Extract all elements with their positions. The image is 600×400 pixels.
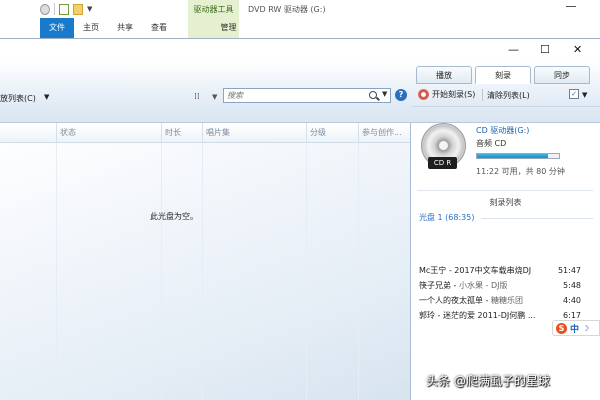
column-headers: 状态 时长 唱片集 分级 参与创作... bbox=[0, 123, 410, 143]
burn-disc-icon bbox=[418, 89, 429, 100]
column-divider bbox=[202, 143, 203, 400]
chevron-down-icon[interactable]: ▼ bbox=[87, 5, 92, 13]
disc-label[interactable]: 光盘 1 (68:35) bbox=[419, 212, 474, 223]
create-playlist-menu[interactable]: 放列表(C) bbox=[0, 93, 36, 104]
pane-tabs: 播放 刻录 同步 bbox=[416, 66, 590, 84]
column-header-contributor[interactable]: 参与创作... bbox=[358, 123, 410, 143]
ribbon-tabs: 文件 主页 共享 查看 管理 bbox=[40, 18, 254, 38]
tab-play[interactable]: 播放 bbox=[416, 66, 472, 84]
minimize-button[interactable]: — bbox=[508, 43, 519, 57]
clear-list-button[interactable]: 清除列表(L) bbox=[487, 90, 530, 101]
view-options-icon[interactable]: ⁞⁞ bbox=[194, 92, 200, 102]
context-group-label: 驱动器工具 bbox=[193, 5, 234, 14]
chevron-down-icon[interactable]: ▼ bbox=[382, 90, 387, 98]
search-icon[interactable] bbox=[369, 91, 377, 99]
drive-name[interactable]: CD 驱动器(G:) bbox=[476, 125, 529, 136]
search-input[interactable] bbox=[227, 89, 367, 102]
column-divider bbox=[56, 143, 57, 400]
chevron-down-icon[interactable]: ▼ bbox=[44, 93, 49, 101]
tab-burn[interactable]: 刻录 bbox=[475, 66, 531, 84]
ime-toolbar[interactable]: S 中 ☽ bbox=[552, 320, 600, 336]
moon-icon[interactable]: ☽ bbox=[582, 324, 589, 333]
tab-file[interactable]: 文件 bbox=[40, 18, 74, 38]
column-header-rating[interactable]: 分级 bbox=[306, 123, 358, 143]
start-burn-button[interactable]: 开始刻录(S) bbox=[418, 89, 475, 100]
burn-list-item[interactable]: Mc王宁 - 2017中文车载串烧DJ bbox=[419, 264, 579, 278]
folder-icon[interactable] bbox=[73, 3, 83, 15]
media-player-titlebar: — ☐ ✕ bbox=[0, 39, 600, 61]
tab-sync[interactable]: 同步 bbox=[534, 66, 590, 84]
disc-usage-bar bbox=[476, 153, 560, 159]
burn-list-item[interactable]: 筷子兄弟 - 小水果 - DJ版 bbox=[419, 279, 579, 293]
burn-list-title: 刻录列表 bbox=[489, 198, 522, 207]
tab-share[interactable]: 共享 bbox=[108, 18, 142, 38]
disc-usage-fill bbox=[477, 154, 548, 158]
empty-disc-message: 此光盘为空。 bbox=[150, 212, 198, 221]
tab-manage[interactable]: 管理 bbox=[203, 18, 254, 38]
track-title: Mc王宁 - 2017中文车载串烧DJ bbox=[419, 266, 532, 275]
column-divider bbox=[306, 143, 307, 400]
cd-r-badge: CD R bbox=[428, 157, 457, 169]
disc-type: 音频 CD bbox=[476, 139, 507, 148]
sogou-logo-icon: S bbox=[556, 322, 567, 334]
divider bbox=[417, 190, 593, 191]
media-player-toolbar: 播放 刻录 同步 放列表(C) ▼ ⁞⁞ ▼ ▼ ? 开始刻录(S) 清除列表(… bbox=[0, 61, 600, 123]
track-artist: 糖糖乐团 bbox=[490, 296, 523, 305]
track-duration: 4:40 bbox=[563, 296, 581, 305]
divider bbox=[412, 106, 600, 107]
chevron-down-icon[interactable]: ▼ bbox=[582, 91, 587, 99]
column-header-duration[interactable]: 时长 bbox=[161, 123, 202, 143]
track-duration: 5:48 bbox=[563, 281, 581, 290]
track-duration: 51:47 bbox=[557, 266, 581, 275]
column-divider bbox=[161, 143, 162, 400]
library-pane: 状态 时长 唱片集 分级 参与创作... 此光盘为空。 bbox=[0, 123, 411, 400]
track-title: 筷子兄弟 - bbox=[419, 281, 459, 290]
ime-mode-indicator[interactable]: 中 bbox=[570, 322, 579, 335]
divider bbox=[481, 218, 593, 219]
tab-home[interactable]: 主页 bbox=[74, 18, 108, 38]
burn-list-item[interactable]: 一个人的夜太孤单 - 糖糖乐团 bbox=[419, 294, 579, 308]
search-box: ▼ bbox=[223, 88, 391, 103]
checkmark-icon[interactable] bbox=[59, 3, 69, 15]
track-title: 郭玲 - 迷茫的爱 2011-DJ何鹏 ... bbox=[419, 311, 536, 320]
track-artist: 小水果 - DJ版 bbox=[458, 281, 508, 290]
maximize-button[interactable]: ☐ bbox=[540, 43, 550, 57]
watermark: 头条 @爬满虱子的星球 bbox=[426, 374, 550, 388]
circle-icon[interactable] bbox=[40, 3, 50, 15]
chevron-down-icon[interactable]: ▼ bbox=[212, 93, 217, 101]
burn-pane: CD R CD 驱动器(G:) 音频 CD 11:22 可用，共 80 分钟 刻… bbox=[411, 123, 600, 400]
explorer-minimize-icon[interactable] bbox=[566, 6, 576, 7]
media-player-window: — ☐ ✕ 播放 刻录 同步 放列表(C) ▼ ⁞⁞ ▼ ▼ ? 开始刻录(S)… bbox=[0, 38, 600, 400]
explorer-ribbon: ▼ 驱动器工具 DVD RW 驱动器 (G:) 文件 主页 共享 查看 管理 bbox=[0, 0, 600, 38]
explorer-window-title: DVD RW 驱动器 (G:) bbox=[248, 5, 326, 14]
burn-options-icon[interactable]: ✓ bbox=[569, 89, 579, 99]
toolbar-divider bbox=[54, 3, 55, 15]
tab-view[interactable]: 查看 bbox=[142, 18, 176, 38]
column-divider bbox=[358, 143, 359, 400]
start-burn-label: 开始刻录(S) bbox=[432, 90, 476, 99]
quick-access-toolbar: ▼ bbox=[40, 3, 92, 15]
help-icon[interactable]: ? bbox=[395, 89, 407, 101]
disc-space-text: 11:22 可用，共 80 分钟 bbox=[476, 167, 565, 176]
track-title: 一个人的夜太孤单 - bbox=[419, 296, 491, 305]
column-header-album[interactable]: 唱片集 bbox=[202, 123, 306, 143]
toolbar-divider bbox=[482, 89, 483, 101]
column-header-status[interactable]: 状态 bbox=[56, 123, 161, 143]
close-button[interactable]: ✕ bbox=[573, 43, 582, 57]
